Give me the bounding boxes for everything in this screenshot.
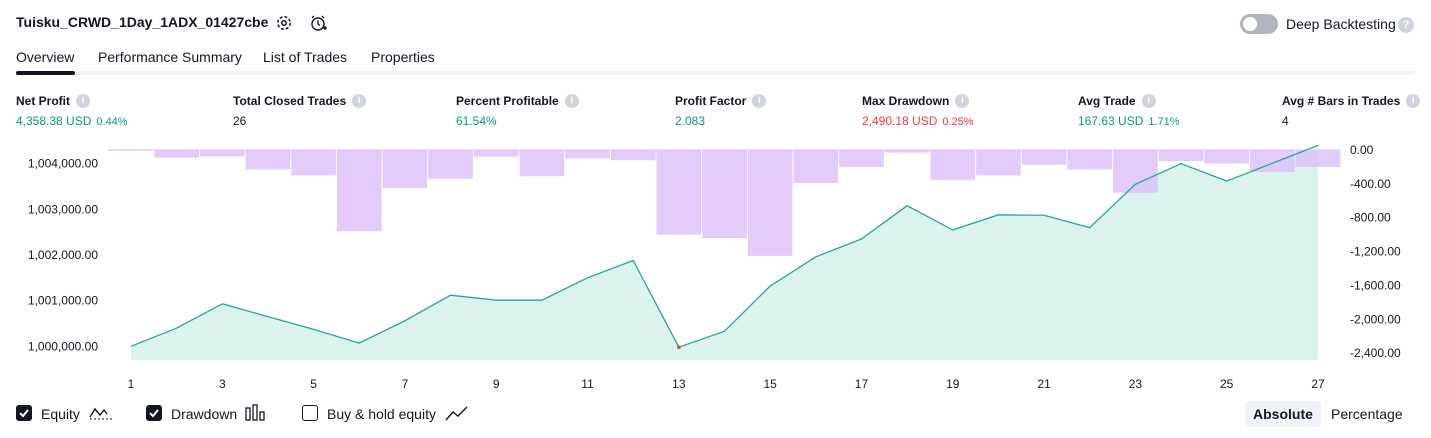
- info-icon[interactable]: i: [352, 94, 367, 108]
- x-tick-label: 19: [946, 377, 960, 391]
- metric-avg-bars-value: 4: [1282, 114, 1289, 128]
- y-right-tick-label: -2,400.00: [1350, 346, 1401, 360]
- metric-avg-trade-label: Avg Trade i: [1078, 94, 1156, 108]
- tab-performance-summary[interactable]: Performance Summary: [98, 49, 242, 65]
- y-left-tick-label: 1,001,000.00: [28, 294, 98, 308]
- metric-profit-factor-label: Profit Factor i: [675, 94, 767, 108]
- drawdown-bars-icon: [245, 404, 267, 427]
- tab-properties[interactable]: Properties: [371, 49, 435, 65]
- x-tick-label: 9: [493, 377, 500, 391]
- percentage-button[interactable]: Percentage: [1323, 401, 1411, 427]
- drawdown-checkbox[interactable]: [146, 405, 162, 421]
- drawdown-bar: [702, 150, 747, 239]
- x-tick-label: 11: [581, 377, 594, 391]
- metric-net-profit-value: 4,358.38 USD 0.44%: [16, 114, 128, 128]
- drawdown-bar: [108, 150, 154, 151]
- drawdown-bar: [884, 150, 930, 153]
- drawdown-bar: [839, 150, 884, 167]
- x-tick-label: 1: [128, 377, 135, 391]
- info-icon[interactable]: i: [1141, 94, 1156, 108]
- x-tick-label: 13: [672, 377, 686, 391]
- metric-max-drawdown-value: 2,490.18 USD 0.25%: [862, 114, 974, 128]
- absolute-button[interactable]: Absolute: [1245, 401, 1321, 427]
- deep-backtesting-toggle[interactable]: [1240, 14, 1278, 34]
- drawdown-bar: [1067, 150, 1113, 170]
- y-left-tick-label: 1,003,000.00: [28, 202, 98, 216]
- tab-overview[interactable]: Overview: [16, 49, 74, 65]
- drawdown-bar: [291, 150, 336, 176]
- y-right-tick-label: 0.00: [1350, 143, 1374, 157]
- metric-total-closed-trades-label: Total Closed Trades i: [233, 94, 367, 108]
- drawdown-bar: [1113, 150, 1158, 193]
- equity-line-icon: [89, 404, 113, 427]
- drawdown-bar: [976, 150, 1021, 176]
- metric-percent-profitable-value: 61.54%: [456, 114, 497, 128]
- y-left-tick-label: 1,000,000.00: [28, 339, 98, 353]
- y-left-tick-label: 1,002,000.00: [28, 248, 98, 262]
- info-icon[interactable]: i: [752, 94, 767, 108]
- drawdown-bar: [610, 150, 656, 161]
- tab-list-of-trades[interactable]: List of Trades: [263, 49, 347, 65]
- x-tick-label: 25: [1220, 377, 1234, 391]
- deep-backtesting-label: Deep Backtesting: [1286, 16, 1396, 32]
- drawdown-bar: [656, 150, 702, 235]
- gear-icon[interactable]: [274, 13, 294, 33]
- drawdown-bar: [336, 150, 382, 232]
- info-icon[interactable]: i: [76, 94, 90, 108]
- x-tick-label: 15: [763, 377, 777, 391]
- metric-net-profit-label: Net Profit i: [16, 94, 90, 108]
- drawdown-bar: [1295, 150, 1341, 167]
- metric-profit-factor-value: 2.083: [675, 114, 706, 128]
- metric-max-drawdown-label: Max Drawdown i: [862, 94, 970, 108]
- metric-total-closed-trades-value: 26: [233, 114, 247, 128]
- metric-avg-bars-label: Avg # Bars in Trades i: [1282, 94, 1421, 108]
- equity-drawdown-chart[interactable]: 1,000,000.00 1,001,000.00 1,002,000.00 1,00…: [0, 138, 1431, 398]
- drawdown-bar: [930, 150, 976, 181]
- active-tab-indicator: [16, 71, 75, 75]
- buy-hold-legend-label[interactable]: Buy & hold equity: [327, 406, 436, 422]
- drawdown-bar: [382, 150, 428, 189]
- x-tick-label: 3: [219, 377, 226, 391]
- y-right-tick-label: -1,600.00: [1350, 278, 1401, 292]
- drawdown-bar: [793, 150, 839, 184]
- x-tick-label: 5: [310, 377, 317, 391]
- x-tick-label: 7: [402, 377, 409, 391]
- y-right-tick-label: -800.00: [1350, 211, 1391, 225]
- info-icon[interactable]: i: [1406, 94, 1421, 108]
- info-icon[interactable]: i: [564, 94, 579, 108]
- toggle-knob: [1243, 17, 1257, 31]
- drawdown-bar: [747, 150, 793, 256]
- equity-negative-point: [677, 345, 681, 350]
- strategy-title: Tuisku_CRWD_1Day_1ADX_01427cbe: [16, 14, 269, 30]
- equity-legend-label[interactable]: Equity: [41, 406, 80, 422]
- y-right-tick-label: -1,200.00: [1350, 245, 1401, 259]
- y-right-tick-label: -400.00: [1350, 177, 1391, 191]
- add-alert-icon[interactable]: [308, 13, 328, 33]
- metric-avg-trade-value: 167.63 USD 1.71%: [1078, 114, 1180, 128]
- tabs-divider: [16, 71, 1415, 75]
- drawdown-bar: [154, 150, 199, 158]
- drawdown-bar: [1021, 150, 1067, 165]
- equity-checkbox[interactable]: [16, 405, 32, 421]
- drawdown-bar: [1204, 150, 1250, 164]
- drawdown-legend-label[interactable]: Drawdown: [171, 406, 237, 422]
- drawdown-bar: [565, 150, 610, 159]
- y-right-tick-label: -2,000.00: [1350, 312, 1401, 326]
- info-icon[interactable]: i: [955, 94, 970, 108]
- buy-hold-checkbox[interactable]: [302, 405, 318, 421]
- y-left-tick-label: 1,004,000.00: [28, 157, 98, 171]
- metric-percent-profitable-label: Percent Profitable i: [456, 94, 579, 108]
- drawdown-bar: [245, 150, 291, 170]
- x-tick-label: 23: [1129, 377, 1143, 391]
- drawdown-bar: [519, 150, 565, 177]
- drawdown-bar: [473, 150, 519, 157]
- drawdown-bar: [199, 150, 245, 157]
- buy-hold-line-icon: [445, 404, 469, 427]
- x-tick-label: 17: [855, 377, 869, 391]
- x-tick-label: 21: [1037, 377, 1051, 391]
- x-tick-label: 27: [1311, 377, 1325, 391]
- drawdown-bar: [428, 150, 473, 179]
- drawdown-bar: [1158, 150, 1204, 162]
- help-icon[interactable]: ?: [1398, 17, 1414, 33]
